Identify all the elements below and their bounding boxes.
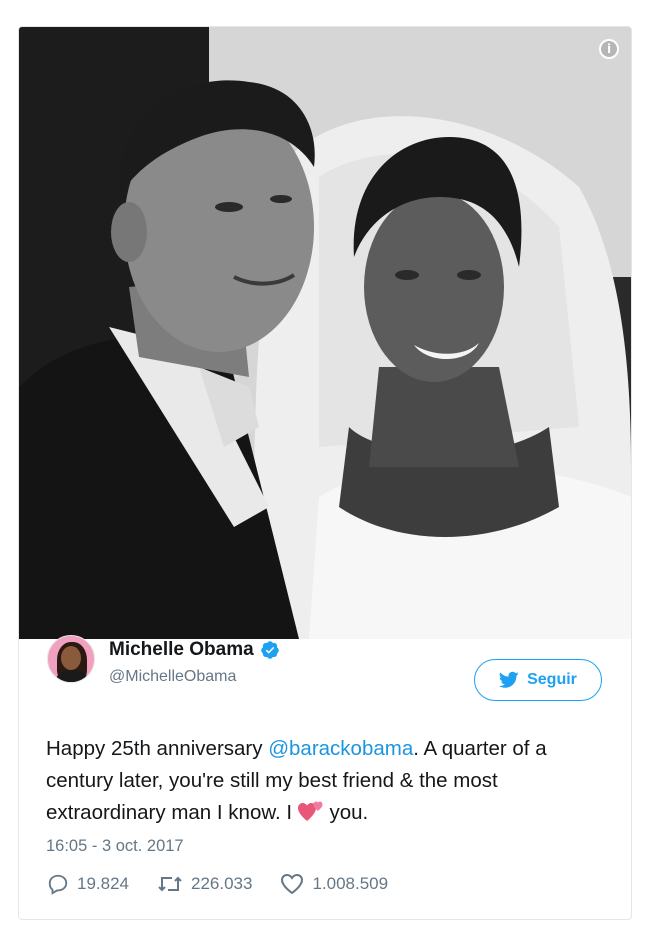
tweet-text-part: Happy 25th anniversary	[46, 737, 269, 760]
avatar[interactable]	[47, 635, 95, 683]
author-name-row[interactable]: Michelle Obama	[109, 639, 280, 661]
follow-button-label: Seguir	[527, 671, 577, 688]
follow-button[interactable]: Seguir	[474, 659, 602, 701]
retweet-count: 226.033	[191, 874, 253, 893]
like-action[interactable]: 1.008.509	[280, 873, 388, 895]
display-name[interactable]: Michelle Obama	[109, 639, 254, 661]
mention-link[interactable]: @barackobama	[268, 737, 413, 760]
retweet-action[interactable]: 226.033	[157, 873, 252, 895]
author-handle[interactable]: @MichelleObama	[109, 668, 236, 686]
info-icon[interactable]: i	[599, 39, 619, 59]
reply-action[interactable]: 19.824	[47, 873, 129, 895]
verified-badge-icon	[260, 641, 279, 659]
twitter-bird-icon	[499, 671, 519, 688]
two-hearts-icon	[297, 801, 323, 821]
retweet-icon	[158, 876, 182, 892]
reply-icon	[48, 874, 68, 895]
like-count: 1.008.509	[312, 874, 389, 893]
tweet-card: i Michelle Obama @MichelleObama Seguir H…	[18, 26, 632, 920]
heart-icon	[281, 873, 304, 895]
wedding-photo	[19, 27, 631, 639]
tweet-text-part: you.	[323, 801, 369, 824]
tweet-actions: 19.824 226.033 1.008.509	[47, 873, 416, 895]
tweet-photo[interactable]: i	[19, 27, 631, 639]
reply-count: 19.824	[77, 874, 129, 893]
tweet-timestamp[interactable]: 16:05 - 3 oct. 2017	[46, 837, 184, 856]
tweet-text: Happy 25th anniversary @barackobama. A q…	[46, 733, 616, 829]
